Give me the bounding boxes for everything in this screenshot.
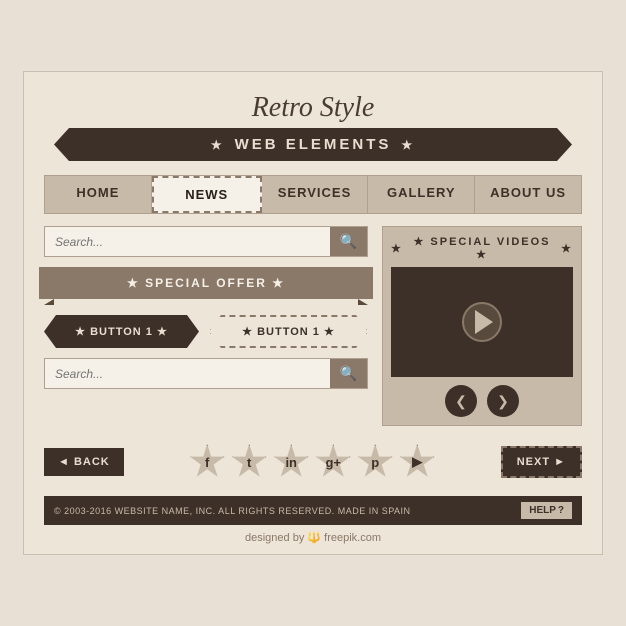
footer-copyright: © 2003-2016 WEBSITE NAME, INC. ALL RIGHT… <box>54 506 411 516</box>
fold-left <box>44 299 54 305</box>
search-bar-1: 🔍 <box>44 226 368 257</box>
video-next-button[interactable]: ❯ <box>487 385 519 417</box>
left-panel: 🔍 ★ SPECIAL OFFER ★ ★ BUTTON 1 ★ ★ BUTTO… <box>44 226 368 426</box>
banner-text: WEB ELEMENTS <box>235 136 392 153</box>
nav-news[interactable]: NEWS <box>152 176 262 213</box>
navigation: HOME NEWS SERVICES GALLERY ABOUT US <box>44 175 582 214</box>
ribbon-fold <box>44 299 368 305</box>
help-label: HELP <box>529 505 556 516</box>
search-button-2[interactable]: 🔍 <box>330 359 367 388</box>
help-button[interactable]: HELP ? <box>521 502 572 519</box>
social-pinterest[interactable]: p <box>357 444 393 480</box>
video-controls: ❮ ❯ <box>391 385 573 417</box>
search-input-1[interactable] <box>45 227 330 256</box>
video-prev-button[interactable]: ❮ <box>445 385 477 417</box>
videos-title: ★ SPECIAL VIDEOS ★ <box>408 235 556 261</box>
play-button[interactable] <box>462 302 502 342</box>
search-button-1[interactable]: 🔍 <box>330 227 367 256</box>
search-bar-2: 🔍 <box>44 358 368 389</box>
search-input-2[interactable] <box>45 359 330 388</box>
page-title: Retro Style <box>44 92 582 124</box>
back-button[interactable]: ◄ BACK <box>44 448 124 476</box>
star-right: ★ <box>401 138 415 152</box>
social-instagram[interactable]: in <box>273 444 309 480</box>
fold-right <box>358 299 368 305</box>
nav-gallery[interactable]: GALLERY <box>368 176 475 213</box>
main-content: 🔍 ★ SPECIAL OFFER ★ ★ BUTTON 1 ★ ★ BUTTO… <box>44 226 582 426</box>
videos-star-left: ★ <box>391 242 403 255</box>
page-container: Retro Style ★ WEB ELEMENTS ★ HOME NEWS S… <box>23 71 603 555</box>
videos-header: ★ ★ SPECIAL VIDEOS ★ ★ <box>391 235 573 261</box>
social-facebook[interactable]: f <box>189 444 225 480</box>
footer-bar: © 2003-2016 WEBSITE NAME, INC. ALL RIGHT… <box>44 496 582 525</box>
social-googleplus[interactable]: g+ <box>315 444 351 480</box>
right-panel: ★ ★ SPECIAL VIDEOS ★ ★ ❮ ❯ <box>382 226 582 426</box>
videos-star-right: ★ <box>561 242 573 255</box>
button-1-outline[interactable]: ★ BUTTON 1 ★ <box>209 315 368 348</box>
buttons-row: ★ BUTTON 1 ★ ★ BUTTON 1 ★ <box>44 315 368 348</box>
special-offer-ribbon: ★ SPECIAL OFFER ★ <box>39 267 373 299</box>
special-offer-wrapper: ★ SPECIAL OFFER ★ <box>44 267 368 305</box>
nav-services[interactable]: SERVICES <box>262 176 369 213</box>
help-icon: ? <box>558 505 564 516</box>
header-section: Retro Style ★ WEB ELEMENTS ★ <box>44 92 582 161</box>
nav-bar: HOME NEWS SERVICES GALLERY ABOUT US <box>44 175 582 214</box>
social-icons: f t in g+ p ▶ <box>189 444 435 480</box>
nav-home[interactable]: HOME <box>45 176 152 213</box>
button-1-dark[interactable]: ★ BUTTON 1 ★ <box>44 315 199 348</box>
attribution: designed by 🔱 freepik.com <box>44 531 582 544</box>
star-left: ★ <box>211 138 225 152</box>
nav-about-us[interactable]: ABOUT US <box>475 176 581 213</box>
bottom-row: ◄ BACK f t in g+ p ▶ NEXT ► <box>44 438 582 486</box>
social-youtube[interactable]: ▶ <box>399 444 435 480</box>
banner-ribbon: ★ WEB ELEMENTS ★ <box>54 128 572 161</box>
video-player[interactable] <box>391 267 573 377</box>
play-icon <box>475 310 493 334</box>
next-button[interactable]: NEXT ► <box>501 446 582 478</box>
social-twitter[interactable]: t <box>231 444 267 480</box>
